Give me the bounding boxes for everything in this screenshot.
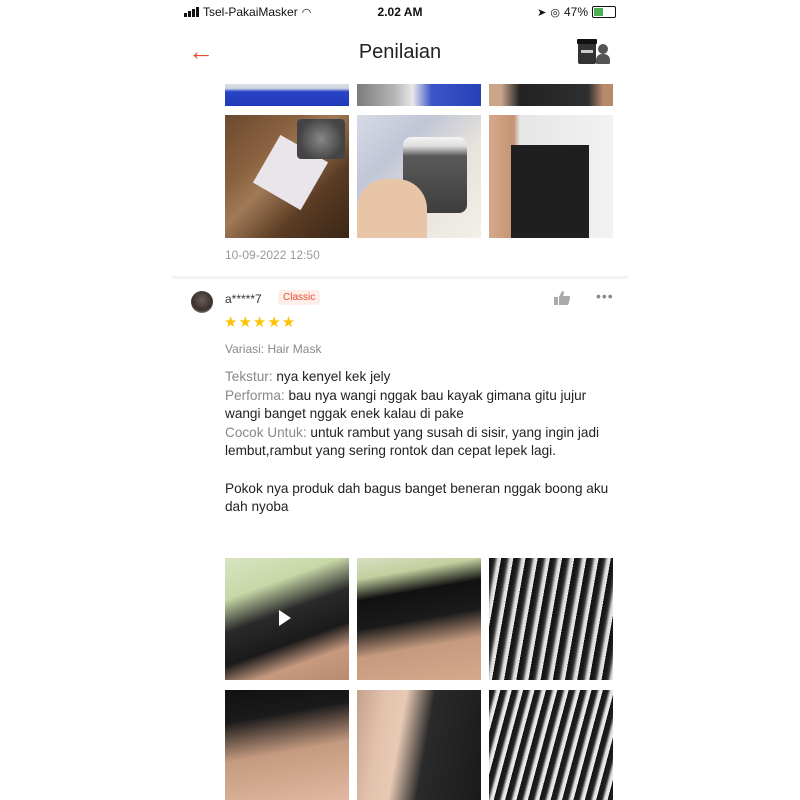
person-body <box>596 54 610 64</box>
review-photo[interactable] <box>489 115 613 238</box>
battery-percent: 47% <box>563 5 588 19</box>
variant-label: Variasi: Hair Mask <box>225 342 322 356</box>
review-photo[interactable] <box>357 115 481 238</box>
review-photo[interactable] <box>357 690 481 800</box>
location-icon: ➤ <box>537 6 547 19</box>
star-rating: ★★★★★ <box>224 314 297 331</box>
texture-line: Tekstur: nya kenyel kek jely <box>225 368 617 387</box>
review-date: 10-09-2022 12:50 <box>225 248 320 262</box>
review-photo[interactable] <box>225 115 349 238</box>
review-photo[interactable] <box>225 84 349 106</box>
texture-label: Tekstur: <box>225 369 273 384</box>
suitable-label: Cocok Untuk: <box>225 424 307 440</box>
battery-fill <box>594 8 603 16</box>
phone-screen: Tsel-PakaiMasker ◠ 2.02 AM ➤ ◎ 47% ← Pen… <box>172 0 628 800</box>
battery-icon <box>592 6 616 18</box>
review-photo[interactable] <box>489 558 613 680</box>
review-photo[interactable] <box>489 690 613 800</box>
review-text: Tekstur: nya kenyel kek jely Performa: b… <box>225 368 617 517</box>
page-title: Penilaian <box>358 41 442 63</box>
status-right: ➤ ◎ 47% <box>537 5 616 19</box>
thumbs-up-icon[interactable] <box>553 290 571 306</box>
jar-label-shape <box>511 145 589 238</box>
product-thumbnail-icon[interactable] <box>576 38 612 68</box>
performance-line: Performa: bau nya wangi nggak bau kayak … <box>225 387 617 424</box>
hand-shape <box>357 179 427 238</box>
page-header: ← Penilaian <box>172 26 628 78</box>
review-photo[interactable] <box>225 690 349 800</box>
texture-text: nya kenyel kek jely <box>272 369 391 384</box>
suitable-line: Cocok Untuk: untuk rambut yang susah di … <box>225 424 617 461</box>
closing-line: Pokok nya produk dah bagus banget benera… <box>225 480 609 515</box>
review-video[interactable] <box>225 558 349 680</box>
avatar[interactable] <box>191 291 213 313</box>
person-head <box>598 44 608 54</box>
alarm-icon: ◎ <box>550 6 560 19</box>
performance-label: Performa: <box>225 387 285 403</box>
review-photo[interactable] <box>489 84 613 106</box>
review-photo[interactable] <box>357 558 481 680</box>
review-photo[interactable] <box>357 84 481 106</box>
jar-shape <box>297 119 345 159</box>
more-dots-icon[interactable]: ••• <box>596 288 614 304</box>
status-bar: Tsel-PakaiMasker ◠ 2.02 AM ➤ ◎ 47% <box>172 0 628 24</box>
divider <box>172 276 628 279</box>
jar-shape <box>577 39 597 64</box>
member-badge: Classic <box>278 290 321 305</box>
play-icon[interactable] <box>279 610 291 626</box>
reviewer-username: a*****7 <box>225 292 262 306</box>
